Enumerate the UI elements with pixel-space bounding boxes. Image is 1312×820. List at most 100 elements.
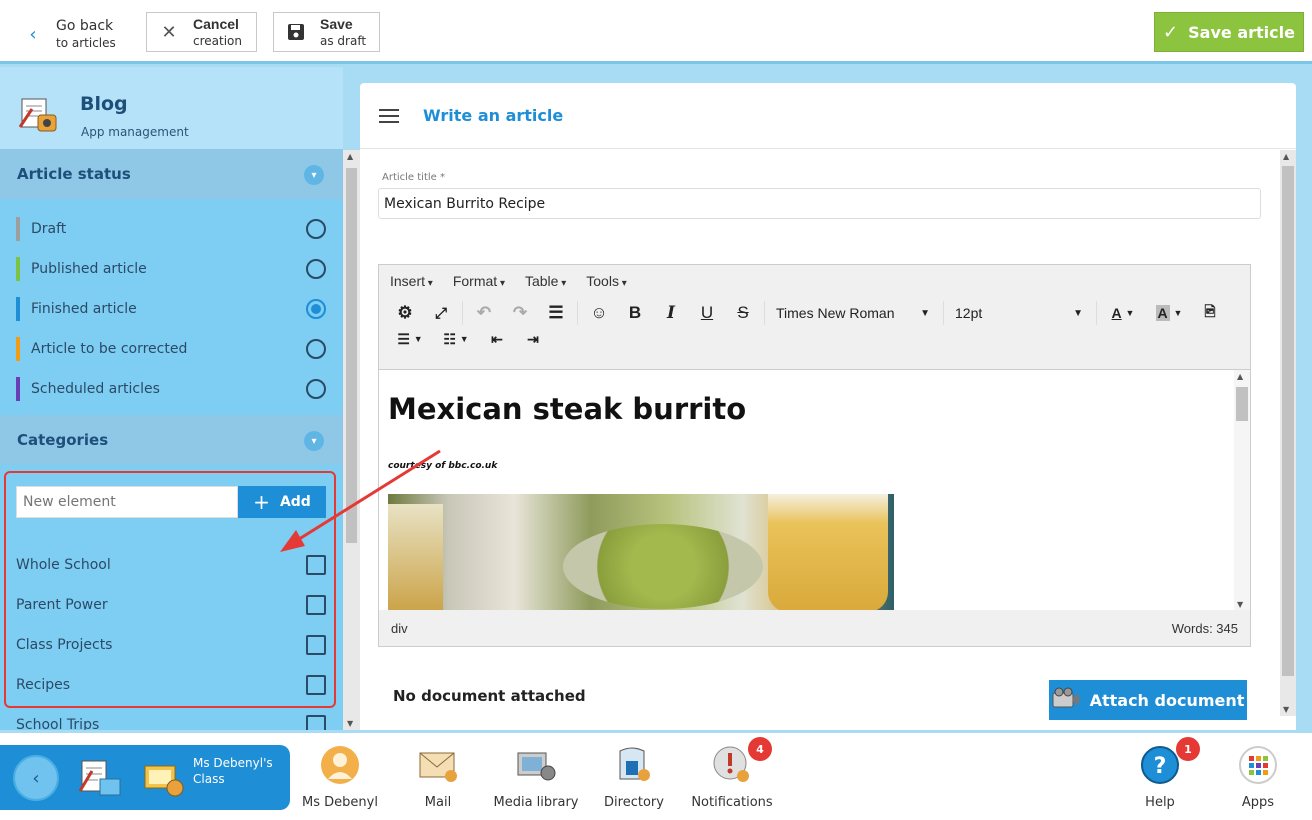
cancel-creation-button[interactable]: ✕ Cancel creation [146,12,257,52]
menu-table[interactable]: Table [525,273,566,289]
settings-gear-icon[interactable]: ⚙ [387,299,423,327]
cancel-label: Cancel [193,15,239,32]
article-status-header[interactable]: Article status ▾ [0,149,343,199]
outdent-icon[interactable]: ⇤ [479,325,515,353]
burrito-photo [388,494,894,610]
status-radio[interactable] [306,259,326,279]
numbered-list-icon[interactable]: ☷ ▼ [433,325,479,353]
font-family-select[interactable]: Times New Roman ▼ [768,305,940,321]
chevron-down-icon[interactable]: ▾ [304,165,324,185]
status-radio[interactable] [306,339,326,359]
image-tool-icon[interactable]: 🖻 [1192,299,1228,327]
chevron-left-icon[interactable]: ‹ [13,755,59,801]
status-item-finished[interactable]: Finished article [0,289,343,329]
status-radio-selected[interactable] [306,299,326,319]
dock-directory[interactable]: Directory [584,741,684,816]
category-checkbox[interactable] [306,715,326,730]
status-color-bar [16,217,20,241]
status-label: Finished article [31,301,137,317]
categories-header[interactable]: Categories ▾ [0,415,343,465]
bullet-list-icon[interactable]: ☰ ▼ [387,325,433,353]
app-header: Blog App management [0,67,343,149]
help-badge: 1 [1176,737,1200,761]
categories-heading: Categories [17,431,109,449]
content-credit: courtesy of bbc.co.uk [388,461,498,471]
editor-statusbar: div Words: 345 [379,610,1250,646]
save-article-button[interactable]: ✓ Save article [1154,12,1304,52]
emoji-icon[interactable]: ☺ [581,299,617,327]
status-label: Published article [31,261,147,277]
category-item-school-trips[interactable]: School Trips [16,710,326,730]
menu-tools[interactable]: Tools [586,273,627,289]
photo-bowl [563,524,763,609]
hamburger-menu-icon[interactable] [379,105,399,127]
main-header: Write an article [360,83,1296,149]
sidebar-scrollbar[interactable]: ▲ ▼ [343,150,360,730]
go-back-sublabel: to articles [56,35,116,50]
scroll-down-arrow-icon[interactable]: ▼ [347,719,353,728]
go-back-label: Go back [56,17,114,34]
redo-icon[interactable]: ↷ [502,299,538,327]
sidebar-scroll-thumb[interactable] [346,168,357,543]
rich-text-editor: Insert Format Table Tools ⚙ ⤢ ↶ ↷ ☰ ☺ B … [378,264,1251,647]
article-status-heading: Article status [17,165,131,183]
class-switcher[interactable]: ‹ Ms Debenyl's Class [0,745,290,810]
bold-icon[interactable]: B [617,299,653,327]
status-item-draft[interactable]: Draft [0,209,343,249]
dock-notifications[interactable]: Notifications 4 [682,737,782,816]
text-color-icon[interactable]: A ▼ [1100,299,1146,327]
status-item-scheduled[interactable]: Scheduled articles [0,369,343,409]
chevron-down-icon[interactable]: ▾ [304,431,324,451]
media-library-icon [516,745,556,785]
blog-app-icon[interactable] [78,759,122,799]
status-item-published[interactable]: Published article [0,249,343,289]
dock-ms-debenyl[interactable]: Ms Debenyl [290,741,390,816]
scroll-up-arrow-icon[interactable]: ▲ [347,152,353,161]
main-scrollbar[interactable]: ▲ ▼ [1280,150,1296,716]
editor-content-area[interactable]: Mexican steak burrito courtesy of bbc.co… [379,369,1250,610]
caret-down-icon: ▼ [1073,307,1083,319]
class-icon[interactable] [143,762,185,798]
toolbar-divider [943,301,944,325]
checkmark-icon: ✓ [1163,21,1179,43]
go-back-button[interactable]: ‹ Go back to articles [20,14,116,54]
dock-media-library[interactable]: Media library [486,741,586,816]
apps-grid-icon [1238,745,1278,785]
indent-icon[interactable]: ⇥ [515,325,551,353]
scroll-down-arrow-icon[interactable]: ▼ [1283,705,1289,714]
menu-insert[interactable]: Insert [390,273,433,289]
menu-format[interactable]: Format [453,273,505,289]
main-scroll-thumb[interactable] [1282,166,1294,676]
status-radio[interactable] [306,219,326,239]
toolbar-divider [1096,301,1097,325]
scroll-down-arrow-icon[interactable]: ▼ [1237,600,1243,609]
status-radio[interactable] [306,379,326,399]
element-path: div [391,620,408,636]
toolbar-divider [462,301,463,325]
scroll-up-arrow-icon[interactable]: ▲ [1283,152,1289,161]
dock-help[interactable]: ? Help 1 [1110,737,1210,816]
app-subtitle: App management [81,125,189,139]
attach-document-button[interactable]: Attach document [1049,680,1247,720]
italic-icon[interactable]: I [653,299,689,327]
article-title-input[interactable]: Mexican Burrito Recipe [378,188,1261,219]
main-panel: Write an article Article title * Mexican… [360,83,1296,730]
fullscreen-icon[interactable]: ⤢ [423,299,459,327]
editor-scroll-thumb[interactable] [1236,387,1248,421]
dock-mail[interactable]: Mail [388,741,488,816]
status-item-to-be-corrected[interactable]: Article to be corrected [0,329,343,369]
background-color-icon[interactable]: A ▼ [1146,299,1192,327]
strikethrough-icon[interactable]: S [725,299,761,327]
dock-label: Apps [1241,795,1275,810]
toolbar-divider [577,301,578,325]
dock-label: Notifications [691,795,773,810]
help-question-icon: ? [1140,745,1180,785]
scroll-up-arrow-icon[interactable]: ▲ [1237,372,1243,381]
align-center-icon[interactable]: ☰ [538,299,574,327]
undo-icon[interactable]: ↶ [466,299,502,327]
underline-icon[interactable]: U [689,299,725,327]
font-size-select[interactable]: 12pt ▼ [947,305,1093,321]
dock-apps[interactable]: Apps [1208,741,1308,816]
save-draft-button[interactable]: Save as draft [273,12,380,52]
editor-scrollbar[interactable]: ▲ ▼ [1234,370,1250,610]
